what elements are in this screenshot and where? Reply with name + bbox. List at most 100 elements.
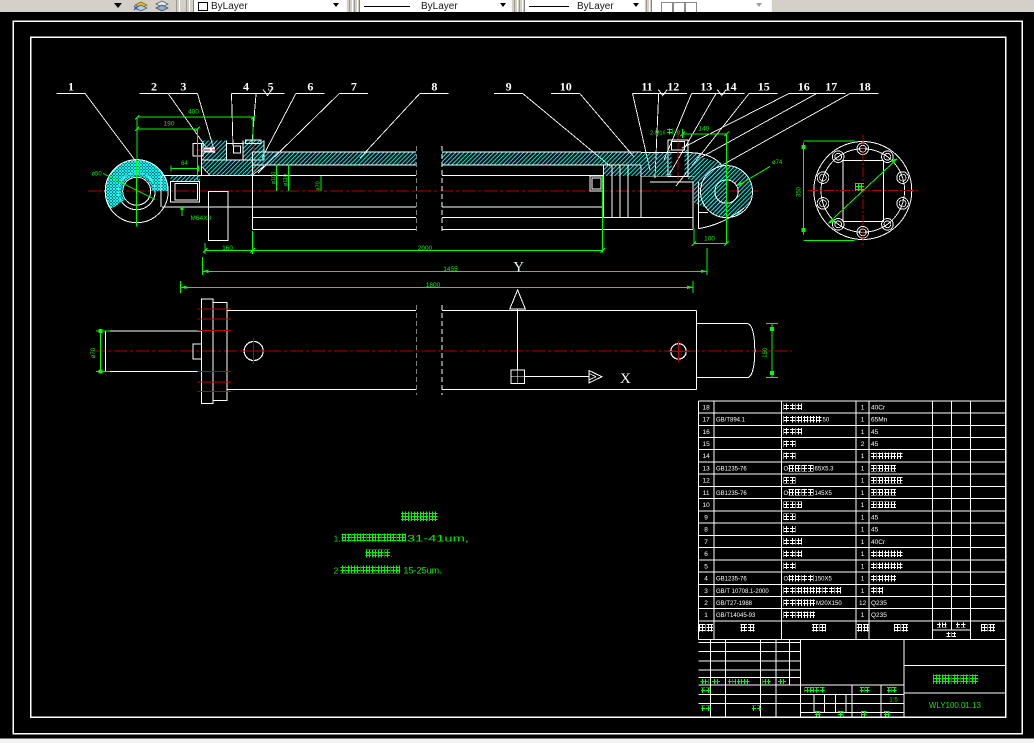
svg-text:11: 11 [641, 79, 652, 93]
svg-text:20: 20 [674, 131, 680, 137]
svg-text:6: 6 [307, 79, 313, 93]
svg-text:9: 9 [704, 514, 708, 521]
svg-text:GB1235-76: GB1235-76 [716, 491, 747, 497]
svg-text:145X5: 145X5 [815, 491, 833, 497]
svg-text:65Mn: 65Mn [871, 417, 888, 424]
svg-text:100: 100 [704, 236, 715, 243]
svg-text:1: 1 [861, 539, 865, 546]
svg-text:16: 16 [702, 429, 710, 436]
svg-text:1: 1 [861, 429, 865, 436]
svg-text:12: 12 [859, 600, 867, 607]
svg-text:X: X [620, 371, 631, 387]
svg-text:GB/T894.1: GB/T894.1 [716, 418, 746, 424]
svg-text:Q235: Q235 [871, 612, 887, 619]
svg-text:ø50: ø50 [91, 172, 102, 178]
svg-text:1: 1 [861, 404, 865, 411]
svg-text:1: 1 [68, 79, 74, 93]
svg-text:17: 17 [825, 79, 837, 93]
svg-text:3: 3 [704, 588, 708, 595]
svg-text:1800: 1800 [426, 282, 441, 289]
svg-text:3: 3 [180, 79, 186, 93]
svg-text:ø100: ø100 [271, 172, 277, 185]
svg-text:10: 10 [560, 79, 572, 93]
svg-text:45: 45 [871, 514, 879, 521]
svg-text:2000: 2000 [418, 245, 433, 252]
svg-text:O: O [784, 467, 789, 473]
svg-text:1:5: 1:5 [889, 698, 898, 704]
svg-text:40Cr: 40Cr [871, 539, 886, 546]
svg-text:45: 45 [871, 429, 879, 436]
svg-text:1: 1 [861, 490, 865, 497]
svg-text:WLY100.01.13: WLY100.01.13 [929, 700, 981, 710]
svg-text:45: 45 [871, 527, 879, 534]
svg-text:160: 160 [222, 245, 233, 252]
svg-text:45: 45 [871, 441, 879, 448]
svg-text:16: 16 [798, 79, 810, 93]
svg-text:1: 1 [861, 588, 865, 595]
svg-text:1455: 1455 [443, 266, 458, 273]
svg-text:GB/T14045-93: GB/T14045-93 [716, 613, 756, 619]
svg-text:M20X150: M20X150 [816, 601, 842, 607]
svg-text:10: 10 [702, 502, 710, 509]
svg-text:15: 15 [758, 79, 770, 93]
svg-text:1: 1 [861, 563, 865, 570]
svg-text:1: 1 [861, 576, 865, 583]
svg-text:65X5.3: 65X5.3 [815, 467, 835, 473]
svg-text:2: 2 [704, 600, 708, 607]
svg-text:150: 150 [763, 347, 769, 358]
svg-text:1: 1 [704, 612, 708, 619]
svg-text:190: 190 [164, 120, 175, 127]
svg-text:4: 4 [704, 576, 708, 583]
svg-text:GB1235-76: GB1235-76 [716, 577, 747, 583]
svg-text:ø70: ø70 [91, 347, 97, 358]
svg-text:ø74: ø74 [772, 160, 783, 166]
svg-text:13: 13 [700, 79, 712, 93]
svg-text:14: 14 [702, 453, 710, 460]
svg-text:14: 14 [725, 79, 737, 93]
svg-text:1.: 1. [334, 535, 341, 544]
svg-text:ø110: ø110 [283, 174, 289, 186]
svg-text:15-25um.: 15-25um. [403, 566, 441, 576]
svg-text:11: 11 [703, 490, 710, 497]
svg-text:18: 18 [859, 79, 871, 93]
svg-text:7: 7 [351, 79, 357, 93]
svg-text:GB/T27-1988: GB/T27-1988 [716, 601, 753, 607]
svg-text:13: 13 [702, 466, 710, 473]
svg-text:6: 6 [704, 551, 708, 558]
svg-text:31-41um,: 31-41um, [407, 534, 469, 544]
svg-text:1: 1 [861, 466, 865, 473]
svg-text:O: O [784, 491, 789, 497]
svg-text:1: 1 [861, 551, 865, 558]
svg-text:12: 12 [667, 79, 679, 93]
svg-text:150X5: 150X5 [815, 577, 833, 583]
svg-text:400: 400 [188, 109, 199, 116]
svg-text:1: 1 [861, 417, 865, 424]
svg-text:Q235: Q235 [871, 600, 887, 607]
svg-text:2: 2 [861, 441, 865, 448]
svg-text:15: 15 [702, 441, 710, 448]
svg-text:1: 1 [861, 612, 865, 619]
svg-text:.: . [391, 550, 393, 559]
svg-text:350: 350 [797, 186, 803, 197]
svg-text:1: 1 [861, 502, 865, 509]
svg-text:1: 1 [861, 453, 865, 460]
svg-text:ø70: ø70 [316, 181, 322, 190]
svg-text:1: 1 [861, 527, 865, 534]
svg-text:GB1235-76: GB1235-76 [716, 467, 747, 473]
svg-text:140: 140 [698, 126, 709, 133]
svg-text:17: 17 [702, 417, 710, 424]
svg-text:1: 1 [861, 514, 865, 521]
svg-text:2: 2 [151, 79, 157, 93]
svg-text:9: 9 [506, 79, 512, 93]
svg-text:7: 7 [704, 539, 708, 546]
svg-text:12: 12 [702, 478, 710, 485]
svg-text:2-M16: 2-M16 [650, 131, 666, 137]
svg-text:Y: Y [513, 260, 524, 276]
svg-text:8: 8 [431, 79, 437, 93]
svg-text:GB/T 10708.1-2000: GB/T 10708.1-2000 [716, 589, 769, 595]
svg-text:2: 2 [334, 567, 339, 576]
svg-text:1: 1 [861, 478, 865, 485]
svg-text:40Cr: 40Cr [871, 404, 886, 411]
svg-text:64: 64 [181, 161, 188, 167]
svg-text:8: 8 [704, 527, 708, 534]
